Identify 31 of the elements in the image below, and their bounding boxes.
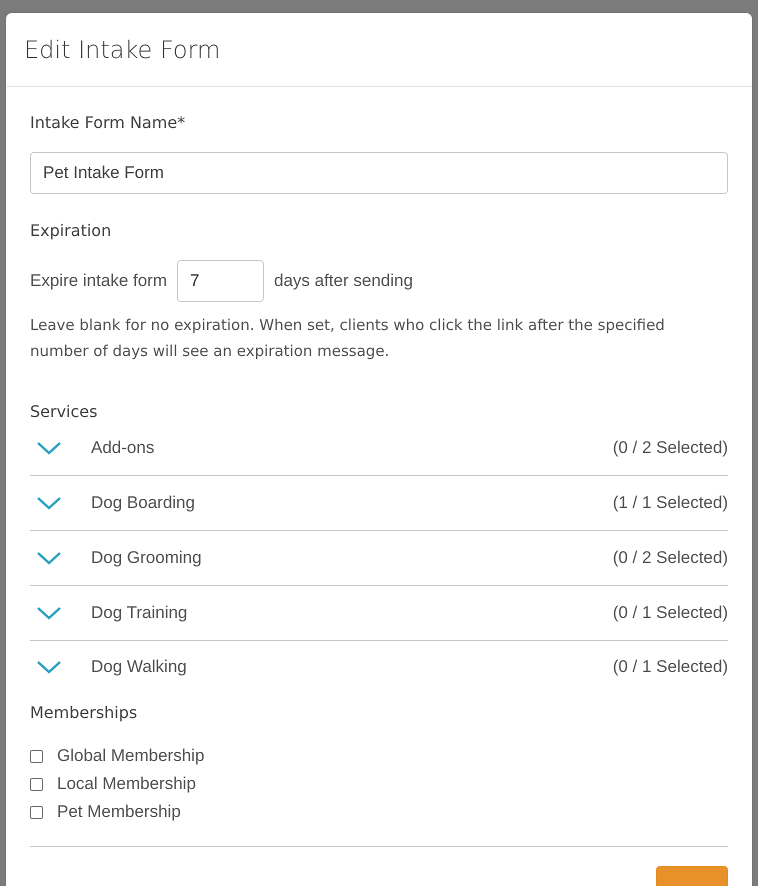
chevron-icon[interactable] [36, 551, 62, 565]
days-field[interactable]: 7 [177, 260, 264, 302]
chevron-icon[interactable] [36, 496, 62, 510]
membership-label[interactable]: Pet Membership [57, 802, 181, 822]
checkbox[interactable] [30, 806, 43, 818]
dialog-title: Edit Intake Form [24, 36, 220, 64]
days-label: days after sending [274, 271, 413, 291]
service-name[interactable]: Dog Training [91, 603, 188, 623]
checkbox[interactable] [30, 778, 43, 790]
selected-count: (0 / 1 Selected) [612, 657, 728, 677]
membership-label[interactable]: Global Membership [57, 746, 204, 766]
service-name[interactable]: Dog Walking [91, 657, 187, 677]
membership-label[interactable]: Local Membership [57, 774, 196, 794]
chevron-icon[interactable] [36, 660, 62, 674]
section-heading: Memberships [30, 703, 138, 722]
section-heading: Services [30, 402, 98, 421]
expire-label: Expire intake form [30, 271, 167, 291]
name-field[interactable]: Pet Intake Form [30, 152, 728, 194]
chevron-icon[interactable] [36, 441, 62, 455]
service-name[interactable]: Dog Grooming [91, 548, 202, 568]
service-name[interactable]: Dog Boarding [91, 493, 195, 513]
section-heading: Expiration [30, 221, 112, 240]
selected-count: (1 / 1 Selected) [612, 493, 728, 513]
selected-count: (0 / 2 Selected) [612, 438, 728, 458]
selected-count: (0 / 1 Selected) [612, 603, 728, 623]
chevron-icon[interactable] [36, 606, 62, 620]
service-name[interactable]: Add-ons [91, 438, 154, 458]
help-text: Leave blank for no expiration. When set, clients who click the link after the specified number of days will see an expiration message. [30, 315, 666, 362]
field-label: Intake Form Name* [30, 113, 186, 132]
selected-count: (0 / 2 Selected) [612, 548, 728, 568]
checkbox[interactable] [30, 750, 43, 762]
